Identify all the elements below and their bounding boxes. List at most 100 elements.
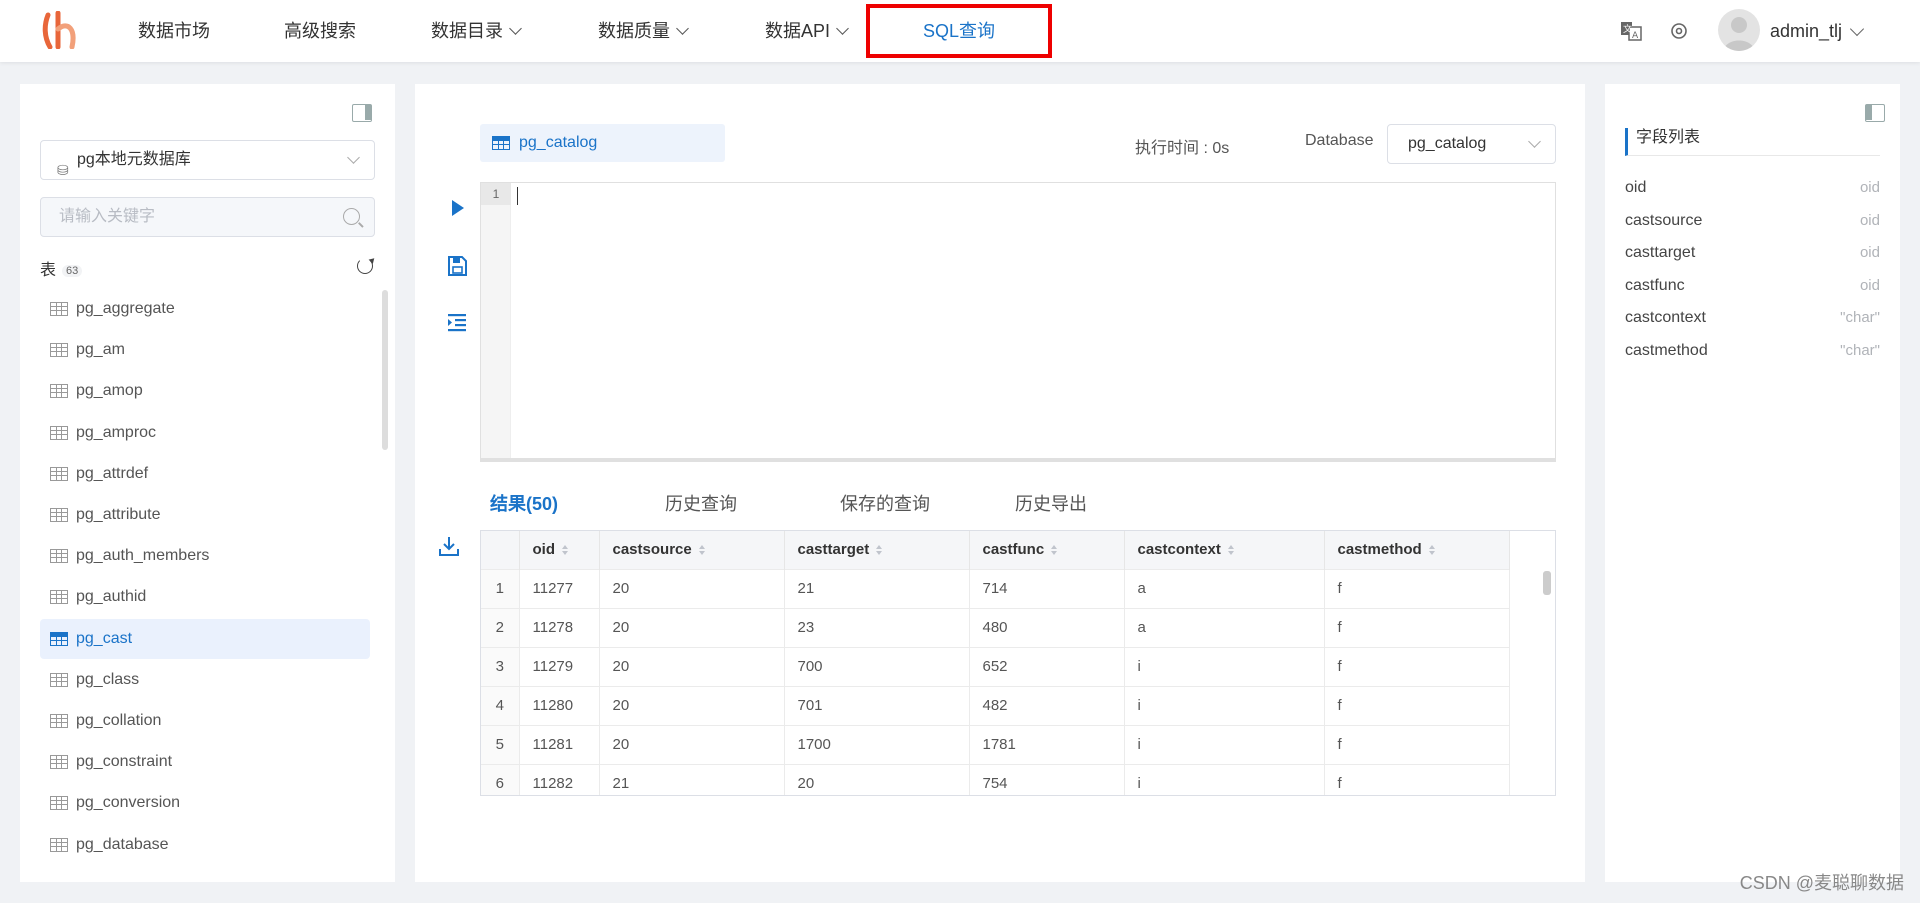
field-list-title: 字段列表 (1625, 128, 1880, 156)
result-tab[interactable]: 历史导出 (1015, 490, 1087, 516)
database-select[interactable]: pg_catalog (1387, 124, 1556, 164)
table-list-item[interactable]: pg_collation (40, 701, 370, 741)
text-cursor (517, 187, 518, 205)
table-cell: 11277 (519, 568, 600, 608)
nav-item[interactable]: 数据市场 (138, 0, 210, 62)
table-list-item[interactable]: pg_attrdef (40, 454, 370, 494)
field-row[interactable]: castcontext "char" (1625, 302, 1880, 334)
table-name: pg_attrdef (76, 464, 149, 482)
query-tab[interactable]: pg_catalog (480, 124, 725, 162)
field-name: castsource (1625, 211, 1703, 229)
result-tab[interactable]: 历史查询 (665, 490, 737, 516)
nav-item[interactable]: 数据质量 (598, 0, 689, 62)
result-tab[interactable]: 保存的查询 (840, 490, 930, 516)
table-cell: i (1124, 685, 1325, 725)
table-row[interactable]: 5 11281 20 1700 1781 i f (481, 724, 1510, 764)
field-row[interactable]: oid oid (1625, 172, 1880, 204)
table-search[interactable] (40, 197, 375, 237)
column-header-label: castsource (612, 541, 692, 559)
table-row[interactable]: 3 11279 20 700 652 i f (481, 646, 1510, 686)
field-name: castmethod (1625, 342, 1708, 359)
format-icon[interactable] (445, 310, 469, 334)
app-logo-icon[interactable] (42, 11, 84, 49)
chevron-down-icon[interactable] (1849, 21, 1865, 37)
table-row[interactable]: 6 11282 21 20 754 i f (481, 763, 1510, 795)
table-row[interactable]: 2 11278 20 23 480 a f (481, 607, 1510, 647)
field-row[interactable]: casttarget oid (1625, 237, 1880, 269)
table-list-item[interactable]: pg_authid (40, 577, 370, 617)
nav-item-label: 数据目录 (431, 21, 503, 41)
column-header[interactable]: castmethod (1324, 531, 1510, 569)
table-row[interactable]: 1 11277 20 21 714 a f (481, 568, 1510, 608)
save-icon[interactable] (445, 254, 469, 278)
table-row[interactable]: 4 11280 20 701 482 i f (481, 685, 1510, 725)
download-icon[interactable] (437, 534, 461, 558)
sort-icon[interactable] (1428, 545, 1435, 556)
table-list-item[interactable]: pg_conversion (40, 783, 370, 823)
username[interactable]: admin_tlj (1770, 0, 1842, 62)
field-row[interactable]: castsource oid (1625, 205, 1880, 237)
table-cell: 482 (969, 685, 1125, 725)
database-label: Database (1305, 132, 1374, 149)
table-icon (50, 837, 68, 852)
sql-workspace: pg_catalog 执行时间 : 0s Database pg_catalog… (415, 84, 1585, 882)
nav-sql-query-active[interactable]: SQL查询 (866, 4, 1052, 58)
table-cell: a (1124, 607, 1325, 647)
avatar[interactable] (1718, 9, 1760, 51)
row-number: 1 (481, 568, 520, 608)
datasource-select[interactable]: ⛁ pg本地元数据库 (40, 140, 375, 180)
table-name: pg_class (76, 670, 140, 688)
table-icon (50, 631, 68, 646)
field-name: casttarget (1625, 244, 1696, 262)
table-list-item[interactable]: pg_class (40, 660, 370, 700)
scrollbar[interactable] (382, 290, 388, 450)
nav-item[interactable]: 数据目录 (431, 0, 522, 62)
sort-icon[interactable] (1227, 545, 1234, 556)
table-list-item[interactable]: pg_am (40, 330, 370, 370)
nav-item[interactable]: 数据API (765, 0, 849, 62)
table-icon (50, 425, 68, 440)
field-row[interactable]: castfunc oid (1625, 270, 1880, 302)
settings-icon[interactable] (1667, 19, 1691, 43)
table-list-item[interactable]: pg_constraint (40, 742, 370, 782)
field-row[interactable]: castmethod "char" (1625, 335, 1880, 367)
sort-icon[interactable] (562, 545, 568, 556)
column-header[interactable]: casttarget (784, 531, 970, 569)
scrollbar[interactable] (1543, 571, 1551, 595)
nav-item-label: 高级搜索 (284, 21, 356, 41)
table-icon (50, 714, 68, 728)
table-icon (50, 796, 68, 811)
collapse-panel-icon[interactable] (352, 104, 372, 122)
table-list-item[interactable]: pg_attribute (40, 495, 370, 535)
column-header[interactable]: castcontext (1124, 531, 1325, 569)
search-icon[interactable] (343, 208, 360, 225)
table-list-item[interactable]: pg_database (40, 825, 370, 865)
table-icon (492, 136, 510, 150)
table-list-item[interactable]: pg_aggregate (40, 289, 370, 329)
sql-editor[interactable]: 1 (480, 182, 1556, 462)
sort-icon[interactable] (1051, 545, 1058, 556)
sort-icon[interactable] (876, 545, 883, 556)
table-icon (50, 590, 68, 605)
table-list-item[interactable]: pg_auth_members (40, 536, 370, 576)
table-list-item[interactable]: pg_cast (40, 618, 370, 659)
field-name: castfunc (1625, 276, 1685, 294)
search-input[interactable] (41, 198, 321, 236)
table-cell: 754 (969, 763, 1125, 795)
table-cell: i (1124, 763, 1325, 795)
run-icon[interactable] (445, 196, 469, 220)
column-header[interactable]: castsource (599, 531, 785, 569)
nav-item-label: 数据质量 (598, 21, 670, 41)
field-type: oid (1859, 276, 1880, 294)
result-tab[interactable]: 结果(50) (490, 490, 558, 516)
column-header[interactable]: castfunc (969, 531, 1125, 569)
table-cell: f (1324, 646, 1510, 686)
refresh-icon[interactable] (357, 258, 373, 274)
column-header[interactable]: oid (519, 531, 600, 569)
table-list-item[interactable]: pg_amop (40, 371, 370, 411)
collapse-panel-icon[interactable] (1865, 104, 1885, 122)
translate-icon[interactable]: 文 A (1619, 19, 1643, 43)
nav-item[interactable]: 高级搜索 (284, 0, 356, 62)
table-list-item[interactable]: pg_amproc (40, 413, 370, 453)
sort-icon[interactable] (698, 545, 705, 556)
